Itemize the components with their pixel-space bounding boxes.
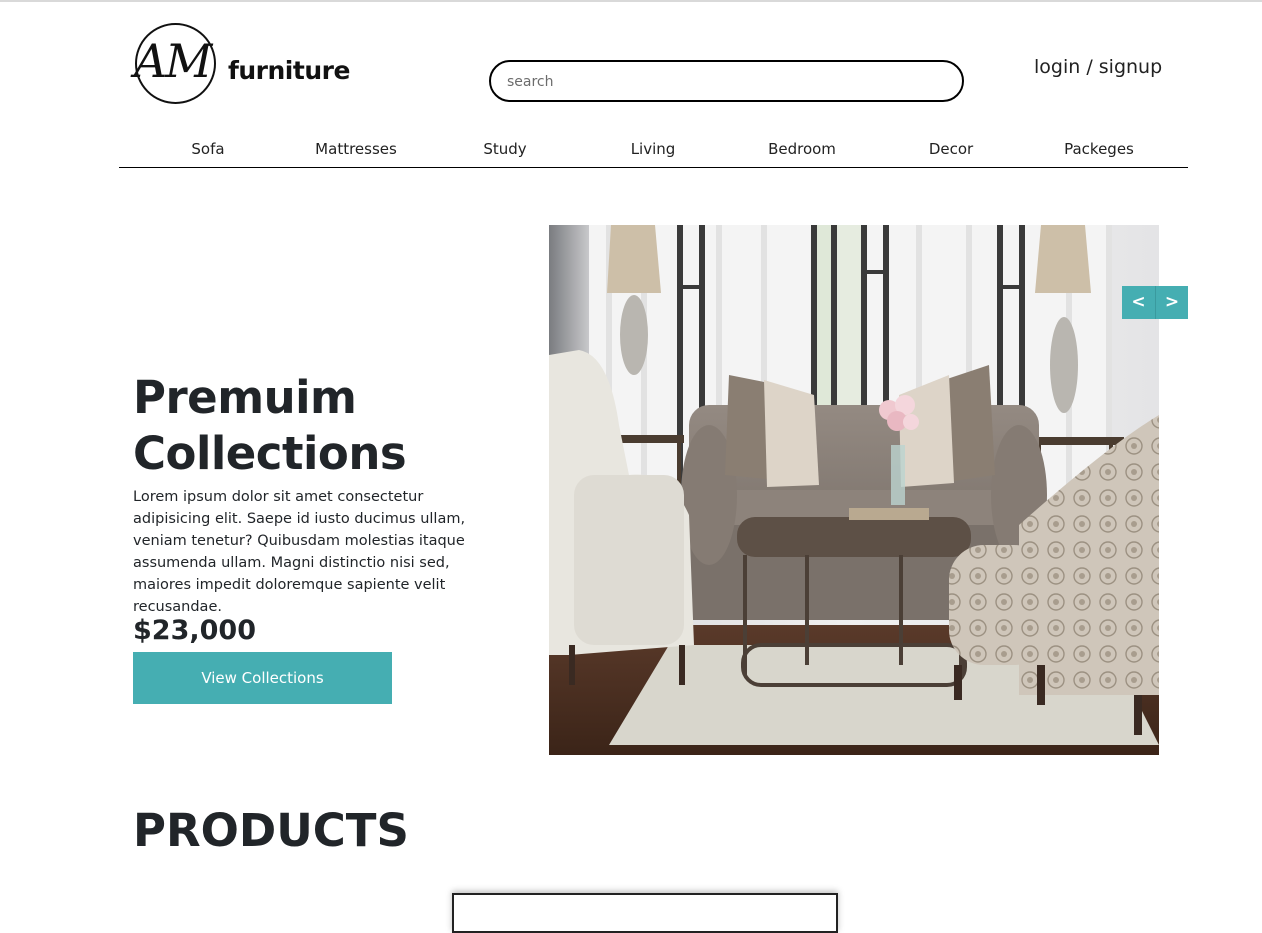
view-collections-button[interactable]: View Collections [133, 652, 392, 704]
nav-item-bedroom[interactable]: Bedroom [768, 138, 836, 160]
nav-item-sofa[interactable]: Sofa [191, 138, 224, 160]
nav-item-living[interactable]: Living [631, 138, 676, 160]
nav-item-study[interactable]: Study [483, 138, 526, 160]
nav-divider [119, 167, 1188, 168]
logo-script-text: AM [134, 34, 212, 88]
carousel-prev-button[interactable]: < [1122, 286, 1155, 319]
carousel-controls: < > [1122, 286, 1188, 319]
search-bar[interactable] [489, 60, 964, 102]
nav-item-mattresses[interactable]: Mattresses [315, 138, 397, 160]
category-nav: Sofa Mattresses Study Living Bedroom Dec… [119, 138, 1188, 168]
logo-wordmark: furniture [228, 56, 350, 85]
nav-item-packeges[interactable]: Packeges [1064, 138, 1134, 160]
brand-logo[interactable]: AM furniture [133, 21, 363, 111]
login-signup-link[interactable]: login / signup [1034, 55, 1162, 79]
search-input[interactable] [505, 70, 949, 94]
living-room-sofa-photo [549, 225, 1159, 755]
products-heading: PRODUCTS [133, 804, 409, 857]
nav-item-decor[interactable]: Decor [929, 138, 973, 160]
product-card[interactable] [452, 893, 838, 933]
hero-image [549, 225, 1159, 755]
browser-top-border [0, 0, 1262, 2]
hero-title: Premuim Collections [133, 371, 407, 480]
carousel-next-button[interactable]: > [1155, 286, 1188, 319]
hero-description: Lorem ipsum dolor sit amet consectetur a… [133, 489, 466, 615]
hero-price: $23,000 [133, 615, 256, 646]
